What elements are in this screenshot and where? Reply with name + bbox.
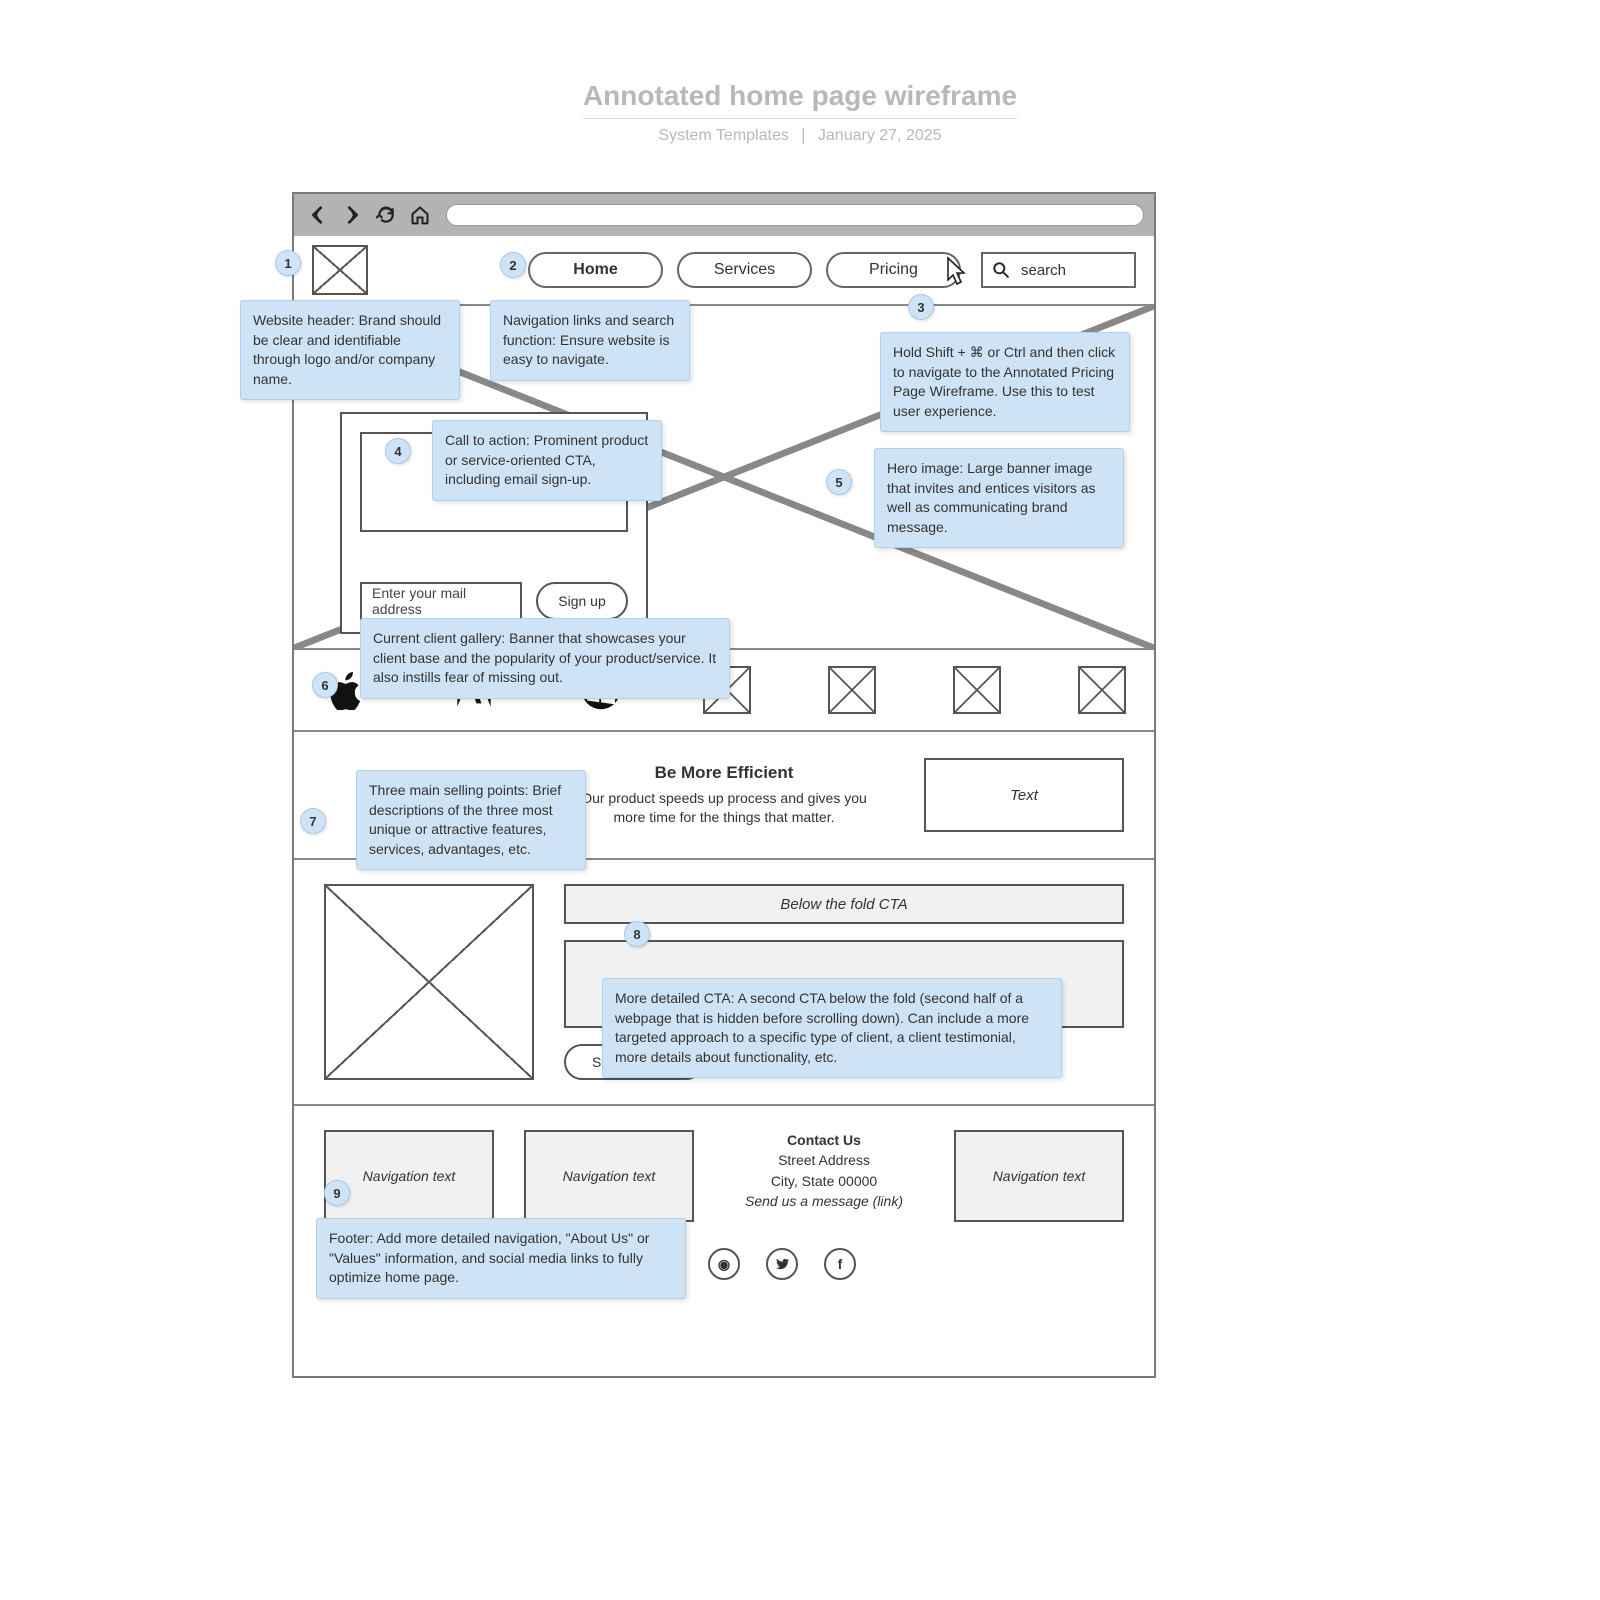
selling-point-text-box: Text xyxy=(924,758,1124,832)
annotation-4: Call to action: Prominent product or ser… xyxy=(432,420,662,501)
main-nav: Home Services Pricing xyxy=(528,252,961,288)
annotation-9: Footer: Add more detailed navigation, "A… xyxy=(316,1218,686,1299)
cursor-icon xyxy=(942,256,972,290)
search-input[interactable]: search xyxy=(981,252,1136,288)
below-fold-cta-bar[interactable]: Below the fold CTA xyxy=(564,884,1124,924)
annotation-marker-7: 7 xyxy=(300,808,326,834)
annotation-6: Current client gallery: Banner that show… xyxy=(360,618,730,699)
client-placeholder xyxy=(828,666,876,714)
client-placeholder xyxy=(1078,666,1126,714)
site-header: Home Services Pricing search xyxy=(294,236,1154,306)
contact-link[interactable]: Send us a message (link) xyxy=(724,1191,924,1211)
annotation-marker-3: 3 xyxy=(908,294,934,320)
annotation-7: Three main selling points: Brief descrip… xyxy=(356,770,586,870)
below-fold-image xyxy=(324,884,534,1080)
twitter-icon[interactable] xyxy=(766,1248,798,1280)
footer-nav-col[interactable]: Navigation text xyxy=(954,1130,1124,1222)
selling-point-title: Be More Efficient xyxy=(564,763,884,783)
document-meta: System Templates | January 27, 2025 xyxy=(0,127,1600,145)
annotation-marker-1: 1 xyxy=(275,250,301,276)
annotation-1: Website header: Brand should be clear an… xyxy=(240,300,460,400)
email-field[interactable]: Enter your mail address xyxy=(360,582,522,620)
document-title: Annotated home page wireframe xyxy=(583,80,1017,119)
annotation-marker-8: 8 xyxy=(624,921,650,947)
annotation-marker-5: 5 xyxy=(826,469,852,495)
search-icon xyxy=(991,260,1011,280)
nav-pricing[interactable]: Pricing xyxy=(826,252,961,288)
back-icon[interactable] xyxy=(304,201,332,229)
refresh-icon[interactable] xyxy=(372,201,400,229)
annotation-3: Hold Shift + ⌘ or Ctrl and then click to… xyxy=(880,332,1130,432)
document-header: Annotated home page wireframe System Tem… xyxy=(0,80,1600,145)
url-bar[interactable] xyxy=(446,204,1144,226)
footer-contact: Contact Us Street Address City, State 00… xyxy=(724,1130,924,1222)
selling-point-main: Be More Efficient Our product speeds up … xyxy=(564,763,884,827)
client-placeholder xyxy=(953,666,1001,714)
instagram-icon[interactable]: ◉ xyxy=(708,1248,740,1280)
signup-button[interactable]: Sign up xyxy=(536,582,628,620)
nav-services[interactable]: Services xyxy=(677,252,812,288)
home-icon[interactable] xyxy=(406,201,434,229)
annotation-marker-6: 6 xyxy=(312,672,338,698)
annotation-5: Hero image: Large banner image that invi… xyxy=(874,448,1124,548)
forward-icon[interactable] xyxy=(338,201,366,229)
annotation-marker-4: 4 xyxy=(385,438,411,464)
annotation-marker-2: 2 xyxy=(500,252,526,278)
annotation-2: Navigation links and search function: En… xyxy=(490,300,690,381)
nav-home[interactable]: Home xyxy=(528,252,663,288)
facebook-icon[interactable]: f xyxy=(824,1248,856,1280)
browser-chrome xyxy=(294,194,1154,236)
annotation-8: More detailed CTA: A second CTA below th… xyxy=(602,978,1062,1078)
footer-nav-col[interactable]: Navigation text xyxy=(524,1130,694,1222)
selling-point-body: Our product speeds up process and gives … xyxy=(564,789,884,827)
logo-placeholder xyxy=(312,245,368,295)
footer-nav-col[interactable]: Navigation text xyxy=(324,1130,494,1222)
annotation-marker-9: 9 xyxy=(324,1180,350,1206)
